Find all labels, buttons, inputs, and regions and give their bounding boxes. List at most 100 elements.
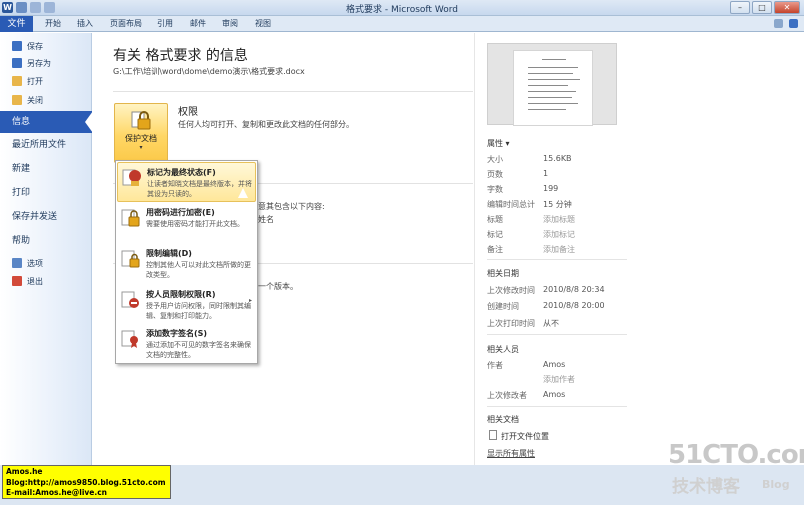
- nav-open[interactable]: 打开: [0, 73, 92, 89]
- thumbnail-line: [528, 103, 578, 104]
- close-folder-icon: [12, 95, 22, 105]
- property-label: 标题: [487, 215, 503, 224]
- properties-header[interactable]: 属性 ▾: [487, 138, 510, 149]
- menu-mark-as-final[interactable]: 标记为最终状态(F) 让读者知晓文档是最终版本，并将其设为只读的。: [117, 162, 256, 202]
- modified-by-label: 上次修改者: [487, 391, 527, 400]
- options-icon: [12, 258, 22, 268]
- nav-save[interactable]: 保存: [0, 38, 92, 54]
- property-label: 字数: [487, 185, 503, 194]
- thumbnail-line: [528, 109, 566, 110]
- ribbon-tab-row: 文件 开始 插入 页面布局 引用 邮件 审阅 视图: [0, 16, 804, 32]
- property-value: 15 分钟: [543, 200, 572, 209]
- property-label: 编辑时间总计: [487, 200, 535, 209]
- related-people-header: 相关人员: [487, 345, 519, 354]
- encrypt-key-icon: [121, 209, 140, 227]
- nav-print[interactable]: 打印: [0, 182, 92, 204]
- date-value: 2010/8/8 20:34: [543, 285, 605, 294]
- chevron-down-icon: ▾: [139, 144, 143, 151]
- related-dates-header: 相关日期: [487, 269, 519, 278]
- nav-save-as-label: 另存为: [27, 58, 51, 68]
- site-watermark: 51CTO.com: [668, 440, 804, 470]
- protect-document-button[interactable]: 保护文档 ▾: [114, 103, 168, 163]
- open-file-location-link[interactable]: 打开文件位置: [501, 431, 549, 442]
- menu-add-digital-signature[interactable]: 添加数字签名(S) 通过添加不可见的数字签名来确保文档的完整性。: [117, 324, 256, 364]
- author-value[interactable]: Amos: [543, 360, 565, 369]
- related-documents-header: 相关文档: [487, 415, 519, 424]
- menu-encrypt-password[interactable]: 用密码进行加密(E) 需要使用密码才能打开此文档。: [117, 203, 256, 243]
- property-value: 199: [543, 184, 559, 193]
- open-folder-icon: [12, 76, 22, 86]
- property-label: 备注: [487, 245, 503, 254]
- lock-icon: [131, 111, 151, 130]
- show-all-properties-link[interactable]: 显示所有属性: [487, 448, 535, 459]
- save-as-icon: [12, 58, 22, 68]
- backstage-nav: 保存 另存为 打开 关闭 信息 最近所用文件 新建 打印 保存并发送 帮助 选项…: [0, 33, 93, 465]
- tab-file[interactable]: 文件: [0, 16, 33, 32]
- property-label: 页数: [487, 170, 503, 179]
- inspect-description: 意其包含以下内容:: [258, 202, 325, 211]
- signature-icon: [121, 330, 138, 348]
- author-watermark-label: Amos.he Blog:http://amos9850.blog.51cto.…: [2, 465, 171, 499]
- nav-options-label: 选项: [27, 258, 43, 268]
- add-title-field[interactable]: 添加标题: [543, 214, 575, 225]
- nav-save-as[interactable]: 另存为: [0, 55, 92, 71]
- tab-home[interactable]: 开始: [45, 16, 61, 32]
- modified-by-value[interactable]: Amos: [543, 390, 565, 399]
- add-tags-field[interactable]: 添加标记: [543, 229, 575, 240]
- document-thumbnail[interactable]: [487, 43, 617, 126]
- property-value: 15.6KB: [543, 154, 572, 163]
- window-title: 格式要求 - Microsoft Word: [346, 5, 458, 15]
- tab-review[interactable]: 审阅: [222, 16, 238, 32]
- date-label: 上次打印时间: [487, 319, 535, 328]
- mouse-cursor-icon: [238, 188, 248, 198]
- nav-save-label: 保存: [27, 41, 43, 51]
- help-icon[interactable]: [789, 19, 798, 28]
- divider: [487, 406, 627, 407]
- menu-item-title: 限制编辑(D): [146, 249, 192, 258]
- tab-mailings[interactable]: 邮件: [190, 16, 206, 32]
- add-comments-field[interactable]: 添加备注: [543, 244, 575, 255]
- nav-options[interactable]: 选项: [0, 255, 92, 271]
- nav-open-label: 打开: [27, 76, 43, 86]
- ribbon-minimize-icon[interactable]: [774, 19, 783, 28]
- close-button[interactable]: ✕: [774, 1, 800, 14]
- tab-references[interactable]: 引用: [157, 16, 173, 32]
- menu-restrict-by-people[interactable]: 按人员限制权限(R) 授予用户访问权限，同时限制其编辑、复制和打印能力。 ▸: [117, 285, 256, 325]
- protect-document-label: 保护文档: [125, 134, 157, 143]
- nav-exit[interactable]: 退出: [0, 273, 92, 289]
- thumbnail-line: [528, 91, 576, 92]
- menu-item-description: 授予用户访问权限，同时限制其编辑、复制和打印能力。: [146, 302, 251, 320]
- thumbnail-line: [528, 79, 580, 80]
- nav-save-send[interactable]: 保存并发送: [0, 206, 92, 228]
- document-path: G:\工作\培训\word\dome\demo演示\格式要求.docx: [113, 67, 305, 76]
- maximize-button[interactable]: □: [752, 1, 772, 14]
- nav-info[interactable]: 信息: [0, 111, 93, 133]
- divider: [113, 91, 473, 92]
- menu-item-title: 标记为最终状态(F): [147, 168, 216, 177]
- nav-close[interactable]: 关闭: [0, 92, 92, 108]
- submenu-arrow-icon: ▸: [248, 297, 252, 304]
- document-icon: [489, 430, 497, 440]
- nav-new[interactable]: 新建: [0, 158, 92, 180]
- menu-item-description: 控制其他人可以对此文档所做的更改类型。: [146, 261, 251, 279]
- property-label: 标记: [487, 230, 503, 239]
- tab-view[interactable]: 视图: [255, 16, 271, 32]
- ribbon-right-controls: [774, 19, 798, 28]
- minimize-button[interactable]: –: [730, 1, 750, 14]
- divider: [487, 334, 627, 335]
- thumbnail-line: [528, 67, 578, 68]
- inspect-item: 姓名: [258, 215, 274, 224]
- menu-item-title: 按人员限制权限(R): [146, 290, 216, 299]
- thumbnail-page: [513, 50, 593, 126]
- add-author-field[interactable]: 添加作者: [543, 374, 575, 385]
- tab-insert[interactable]: 插入: [77, 16, 93, 32]
- site-watermark-blog: Blog: [762, 478, 790, 491]
- date-label: 创建时间: [487, 302, 519, 311]
- restrict-edit-icon: [121, 250, 140, 268]
- tab-page-layout[interactable]: 页面布局: [110, 16, 142, 32]
- nav-recent[interactable]: 最近所用文件: [0, 134, 92, 156]
- menu-restrict-editing[interactable]: 限制编辑(D) 控制其他人可以对此文档所做的更改类型。: [117, 244, 256, 284]
- nav-close-label: 关闭: [27, 95, 43, 105]
- nav-help[interactable]: 帮助: [0, 230, 92, 252]
- mark-final-icon: [122, 169, 141, 186]
